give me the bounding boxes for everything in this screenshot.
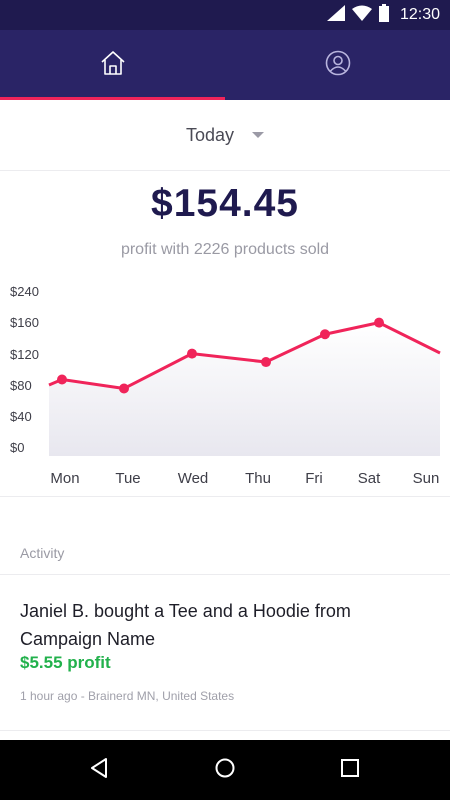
home-nav-button[interactable] bbox=[195, 740, 255, 800]
chart-data-point bbox=[374, 317, 384, 328]
dropdown-caret-icon bbox=[252, 132, 265, 138]
status-time: 12:30 bbox=[399, 6, 440, 23]
x-axis-tick-label: Sun bbox=[413, 470, 440, 487]
recents-button[interactable] bbox=[320, 740, 380, 800]
activity-item[interactable]: Janiel B. bought a Tee and a Hoodie from… bbox=[0, 575, 450, 731]
chart-data-point bbox=[187, 348, 197, 359]
profit-chart: $240 $160 $120 $80 $40 $0 Mon Tue Wed Thu Fri Sat S… bbox=[10, 284, 441, 487]
activity-meta: 1 hour ago - Brainerd MN, United States bbox=[20, 689, 235, 703]
chart-data-point bbox=[57, 374, 67, 385]
y-axis-tick-label: $120 bbox=[10, 347, 39, 362]
x-axis-tick-label: Wed bbox=[178, 470, 209, 487]
y-axis-tick-label: $40 bbox=[10, 409, 32, 424]
y-axis-tick-label: $0 bbox=[10, 440, 24, 455]
period-selector[interactable]: Today bbox=[0, 100, 450, 171]
x-axis-tick-label: Mon bbox=[50, 470, 79, 487]
battery-icon bbox=[378, 3, 389, 27]
activity-header: Activity bbox=[20, 545, 65, 561]
x-axis-tick-label: Tue bbox=[115, 470, 140, 487]
chart-data-point bbox=[119, 383, 129, 394]
app-bar bbox=[0, 30, 450, 100]
activity-text: Janiel B. bought a Tee and a Hoodie from… bbox=[20, 601, 351, 649]
chart-data-point bbox=[261, 357, 271, 368]
x-axis-tick-label: Fri bbox=[305, 470, 323, 487]
recents-icon bbox=[340, 758, 360, 783]
y-axis-tick-label: $240 bbox=[10, 284, 39, 299]
wifi-icon bbox=[351, 5, 372, 26]
tab-home[interactable] bbox=[0, 30, 225, 100]
x-axis-tick-label: Sat bbox=[358, 470, 381, 487]
home-circle-icon bbox=[214, 757, 236, 784]
activity-profit: $5.55 profit bbox=[20, 653, 111, 672]
y-axis-tick-label: $160 bbox=[10, 315, 39, 330]
status-bar: 12:30 bbox=[0, 0, 450, 30]
profile-icon bbox=[325, 50, 351, 81]
signal-icon bbox=[326, 4, 345, 26]
app-screen: 12:30 Today $154.45 profit with 2226 pro… bbox=[0, 0, 450, 800]
chart-area bbox=[49, 322, 440, 456]
chart-data-point bbox=[320, 329, 330, 340]
y-axis-tick-label: $80 bbox=[10, 378, 32, 393]
profit-subtitle: profit with 2226 products sold bbox=[120, 241, 330, 258]
total-profit: $154.45 bbox=[151, 182, 299, 225]
system-nav-bar bbox=[0, 740, 450, 800]
home-icon bbox=[99, 50, 127, 81]
divider bbox=[0, 496, 450, 497]
back-icon bbox=[89, 757, 111, 784]
period-label: Today bbox=[185, 124, 235, 145]
back-button[interactable] bbox=[70, 740, 130, 800]
status-icons: 12:30 bbox=[326, 0, 440, 30]
x-axis-tick-label: Thu bbox=[245, 470, 271, 487]
tab-profile[interactable] bbox=[225, 30, 450, 100]
